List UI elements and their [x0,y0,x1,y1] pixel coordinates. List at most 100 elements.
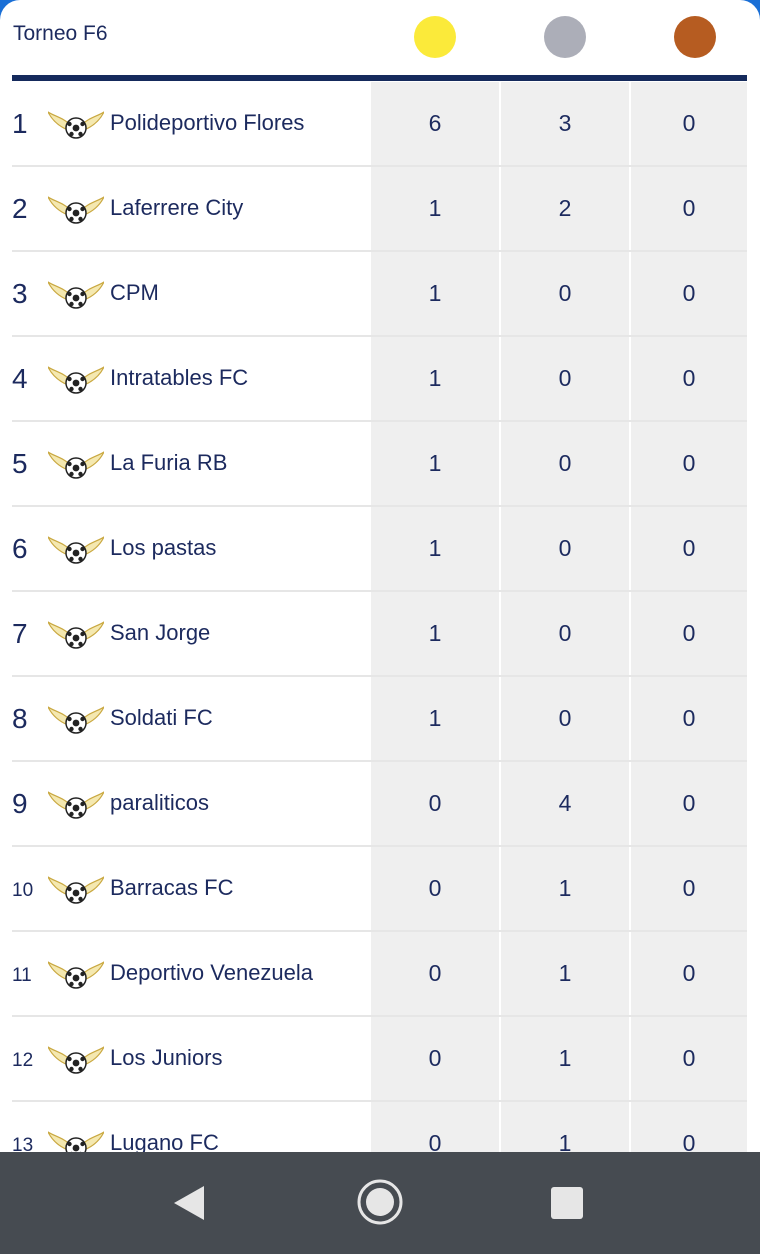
table-row[interactable]: 2 Laferrere City 1 2 0 [0,167,760,252]
back-icon[interactable] [172,1184,206,1222]
team-logo-icon [46,958,106,990]
header-divider [12,75,747,81]
rank-number: 12 [12,1050,34,1071]
team-name: Deportivo Venezuela [110,960,314,985]
gold-count: 1 [371,592,499,675]
rank-number: 5 [12,448,28,479]
standings-header: Torneo F6 [0,0,760,76]
rank-number: 8 [12,703,28,734]
table-row[interactable]: 5 La Furia RB 1 0 0 [0,422,760,507]
bronze-count: 0 [631,82,747,165]
bronze-medal-icon [674,16,716,58]
bronze-count: 0 [631,762,747,845]
team-logo-icon [46,363,106,395]
team-logo-icon [46,873,106,905]
standings-table: 1 Polideportivo Flores 6 3 0 2 Laferrere City 1… [0,82,760,1152]
silver-count: 0 [501,592,629,675]
silver-count: 3 [501,82,629,165]
silver-count: 0 [501,337,629,420]
table-row[interactable]: 10 Barracas FC 0 1 0 [0,847,760,932]
gold-count: 0 [371,932,499,1015]
silver-count: 1 [501,1102,629,1152]
home-icon[interactable] [356,1178,404,1226]
team-name: Intratables FC [110,365,249,390]
bronze-count: 0 [631,507,747,590]
rank-number: 4 [12,363,28,394]
table-row[interactable]: 6 Los pastas 1 0 0 [0,507,760,592]
table-row[interactable]: 1 Polideportivo Flores 6 3 0 [0,82,760,167]
bronze-count: 0 [631,847,747,930]
gold-count: 1 [371,337,499,420]
table-row[interactable]: 7 San Jorge 1 0 0 [0,592,760,677]
rank-number: 1 [12,108,28,139]
recents-icon[interactable] [551,1187,583,1219]
table-row[interactable]: 11 Deportivo Venezuela 0 1 0 [0,932,760,1017]
gold-count: 1 [371,252,499,335]
table-row[interactable]: 3 CPM 1 0 0 [0,252,760,337]
team-logo-icon [46,788,106,820]
team-name: Soldati FC [110,705,213,730]
bronze-count: 0 [631,1102,747,1152]
bronze-count: 0 [631,167,747,250]
bronze-count: 0 [631,422,747,505]
table-row[interactable]: 9 paraliticos 0 4 0 [0,762,760,847]
gold-count: 6 [371,82,499,165]
silver-count: 0 [501,507,629,590]
rank-number: 10 [12,880,34,901]
team-name: Polideportivo Flores [110,110,305,135]
team-name: Laferrere City [110,195,244,220]
team-logo-icon [46,278,106,310]
silver-medal-icon [544,16,586,58]
team-logo-icon [46,703,106,735]
gold-medal-icon [414,16,456,58]
team-logo-icon [46,193,106,225]
bronze-count: 0 [631,337,747,420]
team-name: Los Juniors [110,1045,223,1070]
rank-number: 3 [12,278,28,309]
team-name: Los pastas [110,535,217,560]
team-logo-icon [46,618,106,650]
bronze-count: 0 [631,592,747,675]
silver-count: 1 [501,1017,629,1100]
silver-count: 2 [501,167,629,250]
gold-count: 1 [371,677,499,760]
rank-number: 13 [12,1135,34,1152]
rank-number: 11 [12,965,32,986]
gold-count: 1 [371,422,499,505]
silver-count: 0 [501,677,629,760]
standings-sheet: Torneo F6 1 Polideportivo Flores 6 3 0 2 Lafer… [0,0,760,1152]
team-logo-icon [46,108,106,140]
silver-count: 0 [501,252,629,335]
team-name: La Furia RB [110,450,228,475]
rank-number: 9 [12,788,28,819]
team-logo-icon [46,1128,106,1152]
team-logo-icon [46,1043,106,1075]
silver-count: 1 [501,932,629,1015]
silver-count: 1 [501,847,629,930]
silver-count: 4 [501,762,629,845]
table-row[interactable]: 12 Los Juniors 0 1 0 [0,1017,760,1102]
gold-count: 0 [371,847,499,930]
bronze-count: 0 [631,1017,747,1100]
bronze-count: 0 [631,252,747,335]
gold-count: 1 [371,507,499,590]
table-row[interactable]: 13 Lugano FC 0 1 0 [0,1102,760,1152]
team-name: San Jorge [110,620,211,645]
table-row[interactable]: 8 Soldati FC 1 0 0 [0,677,760,762]
bronze-count: 0 [631,677,747,760]
gold-count: 0 [371,1102,499,1152]
team-logo-icon [46,448,106,480]
bronze-count: 0 [631,932,747,1015]
gold-count: 1 [371,167,499,250]
silver-count: 0 [501,422,629,505]
team-name: Lugano FC [110,1130,219,1152]
team-name: paraliticos [110,790,210,815]
team-name: Barracas FC [110,875,234,900]
team-name: CPM [110,280,159,305]
rank-number: 6 [12,533,28,564]
tournament-title: Torneo F6 [13,22,108,45]
gold-count: 0 [371,1017,499,1100]
rank-number: 7 [12,618,28,649]
rank-number: 2 [12,193,28,224]
table-row[interactable]: 4 Intratables FC 1 0 0 [0,337,760,422]
